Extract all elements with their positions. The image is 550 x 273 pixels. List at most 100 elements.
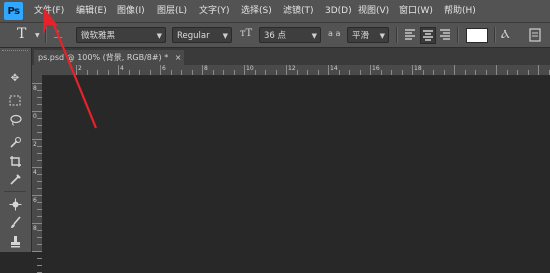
eyedropper-tool-icon[interactable] <box>6 171 24 187</box>
menu-layer[interactable]: 图层(L) <box>157 4 187 18</box>
ruler-label: 16 <box>372 65 380 72</box>
ruler-tick <box>37 97 42 98</box>
close-icon[interactable]: × <box>175 53 182 62</box>
orientation-toggle-icon[interactable]: ⊥ <box>53 28 67 42</box>
canvas-area[interactable] <box>43 76 550 252</box>
ruler-minor-tick <box>139 70 140 75</box>
chevron-down-icon: ▼ <box>311 32 317 40</box>
ruler-minor-tick <box>254 70 256 75</box>
menu-help[interactable]: 帮助(H) <box>444 4 476 18</box>
menu-select[interactable]: 选择(S) <box>241 4 272 18</box>
crop-tool-icon[interactable] <box>6 153 24 169</box>
text-color-swatch[interactable] <box>466 28 488 43</box>
ruler-major-tick <box>76 65 77 75</box>
ruler-tick <box>37 216 42 217</box>
ruler-minor-tick <box>548 70 550 75</box>
divider <box>396 27 398 43</box>
ruler-tick <box>37 265 42 266</box>
character-panel-icon[interactable] <box>528 27 542 43</box>
ruler-tick <box>32 195 42 196</box>
ruler-minor-tick <box>149 70 151 75</box>
chevron-down-icon: ▼ <box>222 32 228 40</box>
ruler-minor-tick <box>191 70 193 75</box>
chevron-down-icon: ▼ <box>379 32 385 40</box>
align-right-icon[interactable] <box>439 28 451 41</box>
ruler-major-tick <box>538 65 539 75</box>
ruler-tick <box>37 209 42 210</box>
divider <box>457 27 459 43</box>
divider <box>45 27 47 43</box>
warp-text-icon[interactable]: Ⲁ <box>501 27 515 43</box>
menu-image[interactable]: 图像(I) <box>117 4 145 18</box>
ruler-minor-tick <box>296 70 298 75</box>
align-left-icon[interactable] <box>404 28 416 41</box>
ruler-minor-tick <box>107 70 109 75</box>
menu-view[interactable]: 视图(V) <box>358 4 389 18</box>
menu-file[interactable]: 文件(F) <box>34 4 64 18</box>
ruler-label: 8 <box>33 225 37 232</box>
ruler-major-tick <box>454 65 455 75</box>
font-style-value: Regular <box>177 31 210 41</box>
ruler-tick <box>37 104 42 105</box>
divider <box>4 191 26 192</box>
ruler-label: 18 <box>414 65 422 72</box>
menu-type[interactable]: 文字(Y) <box>199 4 230 18</box>
document-tab-label: ps.psd @ 100% (背景, RGB/8#) * <box>38 53 169 62</box>
ruler-label: 14 <box>330 65 338 72</box>
ruler-minor-tick <box>517 70 518 75</box>
ruler-minor-tick <box>475 70 476 75</box>
ruler-minor-tick <box>212 70 214 75</box>
ruler-minor-tick <box>181 70 182 75</box>
horizontal-ruler: 2 4 6 8 10 12 14 16 18 <box>32 65 550 76</box>
tools-panel: ✥ <box>0 48 32 252</box>
ruler-minor-tick <box>433 70 434 75</box>
ruler-tick <box>37 181 42 182</box>
ruler-label: 6 <box>162 65 166 72</box>
ruler-minor-tick <box>485 70 487 75</box>
ruler-label: 8 <box>204 65 208 72</box>
lasso-tool-icon[interactable] <box>6 112 24 128</box>
panel-grip[interactable] <box>2 50 28 55</box>
menu-3d[interactable]: 3D(D) <box>325 4 352 18</box>
chevron-down-icon[interactable]: ▼ <box>35 32 40 39</box>
ruler-label: 2 <box>78 65 82 72</box>
ruler-label: 0 <box>33 113 37 120</box>
menu-bar: Ps 文件(F) 编辑(E) 图像(I) 图层(L) 文字(Y) 选择(S) 滤… <box>0 0 550 23</box>
ruler-minor-tick <box>380 70 382 75</box>
ruler-tick <box>37 258 42 259</box>
document-tab[interactable]: ps.psd @ 100% (背景, RGB/8#) * × <box>34 50 184 65</box>
menu-filter[interactable]: 滤镜(T) <box>283 4 314 18</box>
ruler-minor-tick <box>443 70 445 75</box>
ruler-tick <box>37 90 42 91</box>
font-style-select[interactable]: Regular ▼ <box>172 27 232 43</box>
font-size-value: 36 点 <box>264 31 287 41</box>
antialias-icon: a a <box>328 29 341 38</box>
quick-selection-tool-icon[interactable] <box>6 134 24 150</box>
menu-edit[interactable]: 编辑(E) <box>76 4 107 18</box>
clone-stamp-tool-icon[interactable] <box>6 233 24 249</box>
ruler-minor-tick <box>86 70 88 75</box>
align-center-icon[interactable] <box>420 27 436 44</box>
ruler-major-tick <box>202 65 203 75</box>
antialias-select[interactable]: 平滑 ▼ <box>347 27 389 43</box>
type-tool-preset-icon[interactable]: T <box>17 26 26 42</box>
marquee-tool-icon[interactable] <box>6 92 24 108</box>
font-family-select[interactable]: 微软雅黑 ▼ <box>76 27 166 43</box>
brush-tool-icon[interactable] <box>6 214 24 230</box>
ruler-tick <box>32 223 42 224</box>
ruler-label: 8 <box>33 85 37 92</box>
ruler-minor-tick <box>128 70 130 75</box>
ruler-major-tick <box>118 65 119 75</box>
menu-window[interactable]: 窗口(W) <box>399 4 433 18</box>
ruler-tick <box>37 237 42 238</box>
ruler-minor-tick <box>275 70 277 75</box>
font-family-value: 微软雅黑 <box>81 31 116 41</box>
photoshop-logo[interactable]: Ps <box>4 2 23 20</box>
healing-brush-tool-icon[interactable] <box>6 196 24 212</box>
ruler-minor-tick <box>349 70 350 75</box>
ruler-tick <box>37 153 42 154</box>
ruler-label: 2 <box>33 141 37 148</box>
divider <box>494 27 496 43</box>
move-tool-icon[interactable]: ✥ <box>6 70 24 86</box>
font-size-select[interactable]: 36 点 ▼ <box>259 27 321 43</box>
